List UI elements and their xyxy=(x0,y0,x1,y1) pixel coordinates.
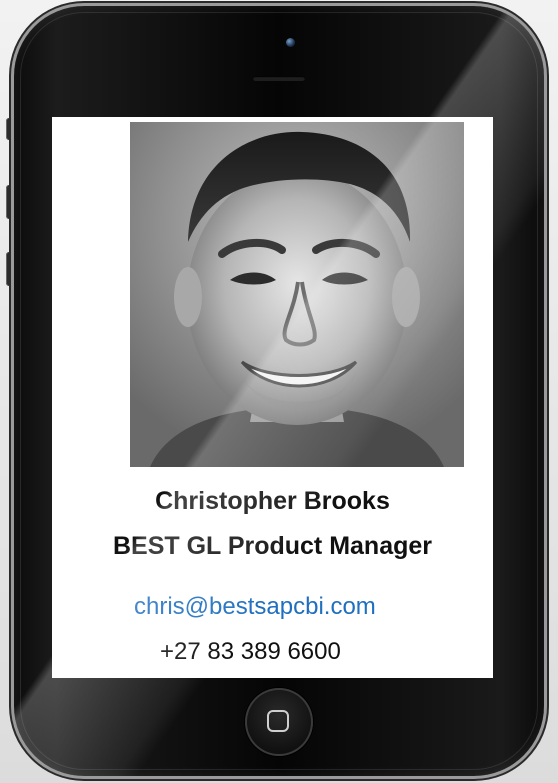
home-button[interactable] xyxy=(245,688,313,756)
contact-name: Christopher Brooks xyxy=(155,487,390,515)
contact-job-title: BEST GL Product Manager xyxy=(112,532,433,560)
profile-photo xyxy=(130,122,464,467)
front-camera xyxy=(286,38,295,47)
earpiece-speaker xyxy=(253,76,305,81)
contact-phone-number[interactable]: +27 83 389 6600 xyxy=(160,638,341,666)
contact-email-link[interactable]: chris@bestsapcbi.com xyxy=(134,593,376,621)
portrait-image xyxy=(130,122,464,467)
contact-card-graphic: Christopher Brooks BEST GL Product Manag… xyxy=(0,0,558,783)
phone-screen: Christopher Brooks BEST GL Product Manag… xyxy=(52,117,493,678)
home-square-icon xyxy=(267,710,289,732)
